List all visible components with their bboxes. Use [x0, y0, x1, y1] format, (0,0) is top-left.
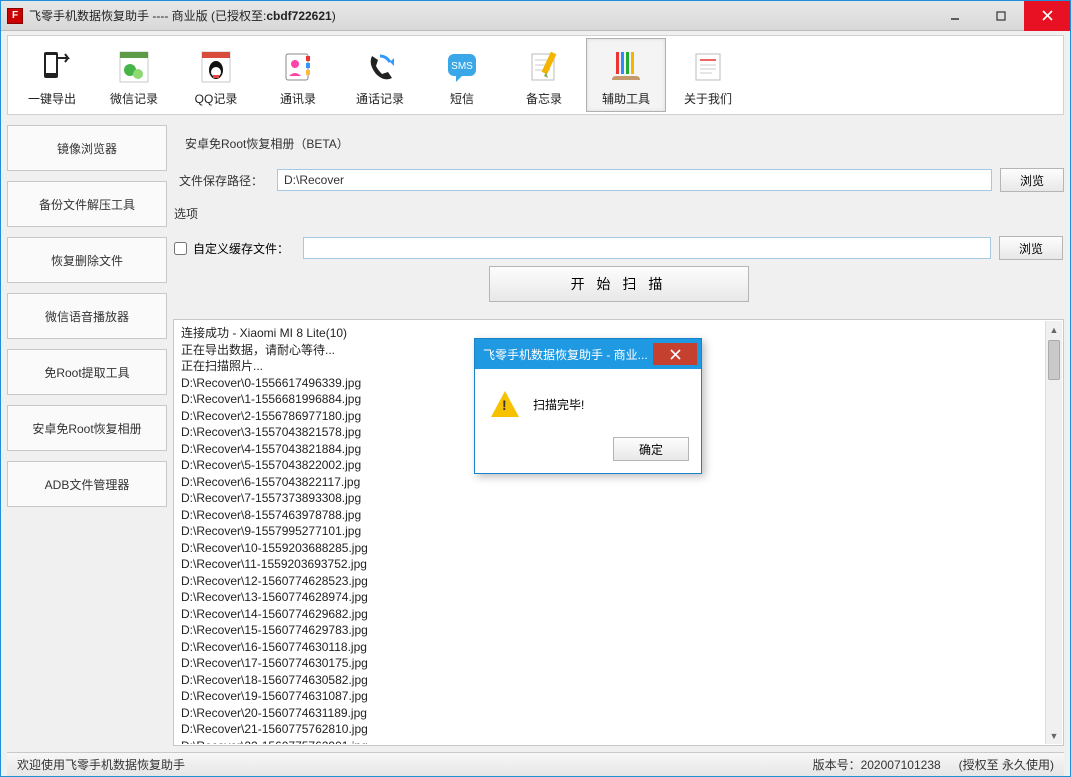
status-version: 版本号：202007101238 — [813, 756, 941, 773]
save-path-label: 文件保存路径： — [179, 172, 269, 189]
log-scrollbar[interactable]: ▲ ▼ — [1045, 321, 1062, 744]
sidebar-recover-deleted[interactable]: 恢复删除文件 — [7, 237, 167, 283]
version-label: 版本号： — [813, 758, 861, 772]
sidebar-backup-unzip[interactable]: 备份文件解压工具 — [7, 181, 167, 227]
sidebar-adb-file-manager[interactable]: ADB文件管理器 — [7, 461, 167, 507]
toolbar-label: 短信 — [450, 90, 474, 107]
dialog-title: 飞零手机数据恢复助手 - 商业... — [483, 346, 648, 363]
toolbar-label: 通讯录 — [280, 90, 316, 107]
toolbar-wechat[interactable]: 微信记录 — [94, 38, 174, 112]
button-label: 开 始 扫 描 — [571, 274, 667, 294]
button-label: 浏览 — [1020, 172, 1044, 189]
sidebar-noroot-extract[interactable]: 免Root提取工具 — [7, 349, 167, 395]
tools-icon — [604, 44, 648, 88]
section-title: 安卓免Root恢复相册（BETA） — [179, 135, 1064, 152]
toolbar-label: 备忘录 — [526, 90, 562, 107]
titlebar: F 飞零手机数据恢复助手 ---- 商业版 (已授权至:cbdf722621) — [1, 1, 1070, 31]
contacts-icon — [276, 44, 320, 88]
custom-cache-input[interactable] — [303, 237, 991, 259]
toolbar-label: QQ记录 — [195, 90, 238, 107]
custom-cache-checkbox-input[interactable] — [174, 242, 187, 255]
main-toolbar: 一键导出 微信记录 QQ记录 通讯录 通话记录 — [7, 35, 1064, 115]
toolbar-notes[interactable]: 备忘录 — [504, 38, 584, 112]
toolbar-label: 通话记录 — [356, 90, 404, 107]
scan-complete-dialog: 飞零手机数据恢复助手 - 商业... 扫描完毕! 确定 — [474, 338, 702, 474]
options-section: 选项 自定义缓存文件： 浏览 开 始 扫 描 — [173, 204, 1064, 313]
toolbar-export[interactable]: 一键导出 — [12, 38, 92, 112]
toolbar-label: 一键导出 — [28, 90, 76, 107]
version-value: 202007101238 — [861, 758, 941, 772]
browse-cache-button[interactable]: 浏览 — [999, 236, 1063, 260]
warning-icon — [491, 391, 519, 417]
license-id: cbdf722621 — [266, 9, 331, 23]
log-output: 连接成功 - Xiaomi MI 8 Lite(10) 正在导出数据，请耐心等待… — [173, 319, 1064, 746]
dialog-message: 扫描完毕! — [533, 396, 584, 413]
toolbar-label: 辅助工具 — [602, 90, 650, 107]
options-title: 选项 — [174, 205, 1063, 222]
toolbar-tools[interactable]: 辅助工具 — [586, 38, 666, 112]
sidebar-image-browser[interactable]: 镜像浏览器 — [7, 125, 167, 171]
toolbar-qq[interactable]: QQ记录 — [176, 38, 256, 112]
status-bar: 欢迎使用飞零手机数据恢复助手 版本号：202007101238 (授权至 永久使… — [7, 752, 1064, 776]
dialog-close-button[interactable] — [653, 343, 697, 365]
title-text: 飞零手机数据恢复助手 ---- 商业版 (已授权至: — [29, 9, 266, 23]
notes-icon — [522, 44, 566, 88]
scroll-down-icon[interactable]: ▼ — [1046, 727, 1062, 744]
sidebar-item-label: 备份文件解压工具 — [39, 196, 135, 213]
svg-text:SMS: SMS — [451, 61, 473, 72]
maximize-button[interactable] — [978, 1, 1024, 31]
sidebar-wechat-audio[interactable]: 微信语音播放器 — [7, 293, 167, 339]
sidebar-item-label: 恢复删除文件 — [51, 252, 123, 269]
app-icon: F — [7, 8, 23, 24]
toolbar-label: 微信记录 — [110, 90, 158, 107]
sidebar-item-label: 微信语音播放器 — [45, 308, 129, 325]
qq-icon — [194, 44, 238, 88]
custom-cache-label: 自定义缓存文件： — [193, 240, 289, 257]
status-welcome: 欢迎使用飞零手机数据恢复助手 — [17, 756, 185, 773]
dialog-ok-button[interactable]: 确定 — [613, 437, 689, 461]
toolbar-contacts[interactable]: 通讯录 — [258, 38, 338, 112]
scroll-up-icon[interactable]: ▲ — [1046, 321, 1062, 338]
sidebar: 镜像浏览器 备份文件解压工具 恢复删除文件 微信语音播放器 免Root提取工具 … — [7, 119, 167, 746]
scroll-track[interactable] — [1046, 382, 1062, 727]
status-license-note: (授权至 永久使用) — [959, 756, 1054, 773]
toolbar-sms[interactable]: SMS 短信 — [422, 38, 502, 112]
wechat-icon — [112, 44, 156, 88]
sidebar-item-label: ADB文件管理器 — [45, 476, 130, 493]
toolbar-about[interactable]: 关于我们 — [668, 38, 748, 112]
save-path-input[interactable] — [277, 169, 992, 191]
start-scan-button[interactable]: 开 始 扫 描 — [489, 266, 749, 302]
sms-icon: SMS — [440, 44, 484, 88]
button-label: 浏览 — [1019, 240, 1043, 257]
toolbar-calllog[interactable]: 通话记录 — [340, 38, 420, 112]
toolbar-label: 关于我们 — [684, 90, 732, 107]
browse-save-path-button[interactable]: 浏览 — [1000, 168, 1064, 192]
calllog-icon — [358, 44, 402, 88]
scroll-thumb[interactable] — [1048, 340, 1060, 380]
minimize-button[interactable] — [932, 1, 978, 31]
main-panel: 安卓免Root恢复相册（BETA） 文件保存路径： 浏览 选项 自定义缓存文件：… — [173, 119, 1064, 746]
sidebar-item-label: 镜像浏览器 — [57, 140, 117, 157]
dialog-titlebar: 飞零手机数据恢复助手 - 商业... — [475, 339, 701, 369]
phone-export-icon — [30, 44, 74, 88]
title-suffix: ) — [332, 9, 336, 23]
sidebar-android-noroot-album[interactable]: 安卓免Root恢复相册 — [7, 405, 167, 451]
sidebar-item-label: 免Root提取工具 — [44, 364, 129, 381]
button-label: 确定 — [639, 441, 663, 458]
custom-cache-checkbox[interactable]: 自定义缓存文件： — [174, 240, 289, 257]
sidebar-item-label: 安卓免Root恢复相册 — [32, 420, 141, 437]
about-icon — [686, 44, 730, 88]
window-title: 飞零手机数据恢复助手 ---- 商业版 (已授权至:cbdf722621) — [29, 7, 336, 24]
section-recover-album: 安卓免Root恢复相册（BETA） 文件保存路径： 浏览 — [173, 119, 1064, 196]
close-button[interactable] — [1024, 1, 1070, 31]
